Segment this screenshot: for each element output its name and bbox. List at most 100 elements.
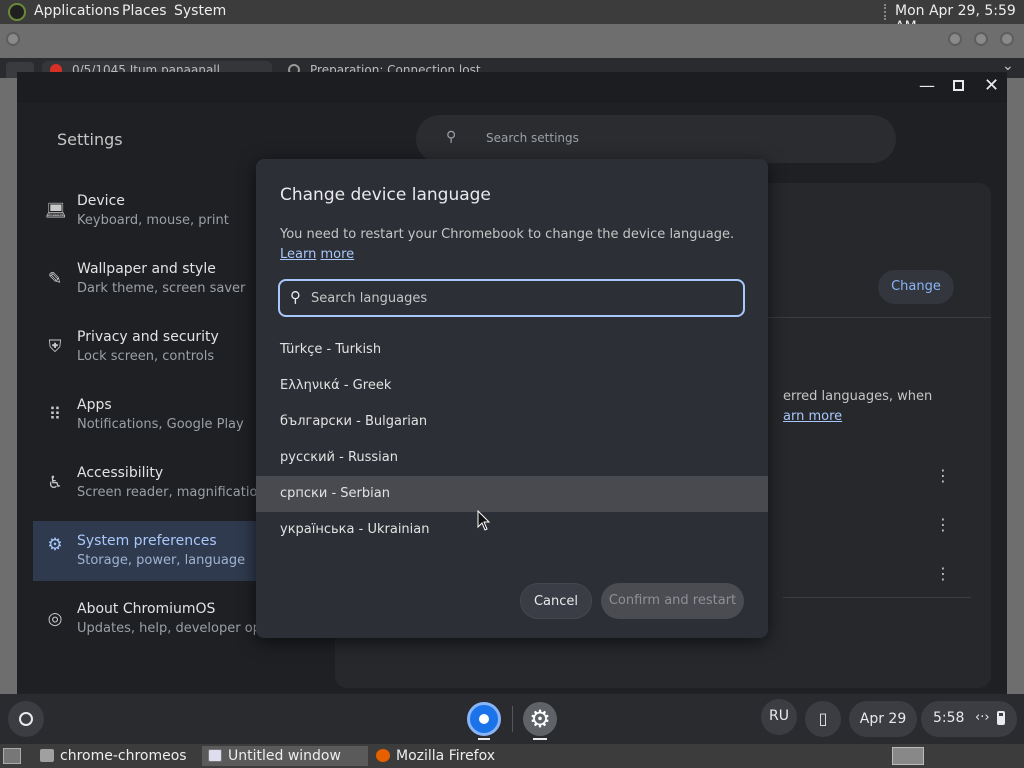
nav-label: Wallpaper and style (77, 261, 216, 277)
language-label: Ελληνικά - Greek (280, 378, 392, 393)
shield-icon: ⛨ (48, 337, 62, 357)
nav-label: System preferences (77, 533, 217, 549)
search-icon: ⚲ (446, 129, 457, 145)
learn-more-link-2[interactable]: more (320, 247, 354, 262)
phone-hub-icon[interactable]: ▯ (805, 701, 841, 737)
search-icon: ⚲ (290, 288, 301, 306)
learn-more-link[interactable]: arn more (783, 409, 842, 424)
nav-sub: Keyboard, mouse, print (77, 213, 229, 228)
more-vert-icon[interactable]: ⋮ (935, 564, 951, 583)
window-menu-icon[interactable] (6, 32, 20, 46)
language-option[interactable]: українська - Ukrainian (256, 512, 768, 548)
nav-sub: Screen reader, magnification (77, 485, 266, 500)
language-option[interactable]: български - Bulgarian (256, 404, 768, 440)
window-close-icon[interactable]: ✕ (984, 75, 999, 96)
firefox-icon (376, 749, 390, 762)
language-label: српски - Serbian (280, 486, 390, 501)
language-option[interactable]: Türkçe - Turkish (256, 332, 768, 368)
nav-wallpaper[interactable]: ✎ Wallpaper and style Dark theme, screen… (45, 255, 285, 315)
dialog-title: Change device language (280, 185, 491, 205)
cancel-button[interactable]: Cancel (520, 583, 592, 619)
language-option-hovered[interactable]: српски - Serbian (256, 476, 768, 512)
nav-apps[interactable]: ⠿ Apps Notifications, Google Play (45, 391, 285, 451)
chromeos-shelf: ⚙ RU ▯ Apr 29 5:58 ‹·› (0, 694, 1024, 744)
language-search-field[interactable]: ⚲ (278, 279, 745, 317)
taskbar-label: chrome-chromeos (60, 748, 187, 764)
settings-search-placeholder: Search settings (486, 131, 579, 145)
laptop-icon: 💻︎ (45, 201, 67, 221)
taskbar-label: Mozilla Firefox (396, 748, 496, 764)
mouse-cursor-icon (477, 510, 491, 531)
shelf-divider (512, 706, 513, 732)
nav-sub: Storage, power, language (77, 553, 246, 568)
paintbrush-icon: ✎ (47, 269, 63, 289)
more-vert-icon[interactable]: ⋮ (935, 515, 951, 534)
nav-privacy[interactable]: ⛨ Privacy and security Lock screen, cont… (45, 323, 285, 383)
language-search-input[interactable] (311, 289, 731, 307)
nav-sub: Notifications, Google Play (77, 417, 244, 432)
menu-places[interactable]: Places (122, 3, 167, 19)
nav-sub: Dark theme, screen saver (77, 281, 246, 296)
folder-icon (40, 749, 54, 762)
pref-languages-text: erred languages, when (783, 389, 933, 404)
nav-label: Privacy and security (77, 329, 219, 345)
nav-system-preferences[interactable]: ⚙ System preferences Storage, power, lan… (33, 521, 285, 581)
close-icon[interactable] (1000, 32, 1014, 46)
chrome-app-icon[interactable] (467, 702, 501, 736)
window-maximize-icon[interactable] (953, 80, 964, 91)
show-desktop-icon[interactable] (3, 748, 21, 764)
settings-app-icon[interactable]: ⚙ (523, 702, 557, 736)
nav-accessibility[interactable]: ♿︎ Accessibility Screen reader, magnific… (45, 459, 285, 519)
workspace-switcher-icon[interactable] (892, 747, 924, 765)
window-minimize-icon[interactable]: — (919, 76, 935, 95)
nav-sub: Lock screen, controls (77, 349, 215, 364)
nav-device[interactable]: 💻︎ Device Keyboard, mouse, print (45, 187, 285, 247)
maximize-icon[interactable] (974, 32, 988, 46)
nav-label: Apps (77, 397, 112, 413)
language-label: Türkçe - Turkish (280, 342, 382, 357)
nav-label: Device (77, 193, 125, 209)
accessibility-icon: ♿︎ (47, 473, 63, 493)
more-vert-icon[interactable]: ⋮ (935, 466, 951, 485)
chrome-center-icon (476, 711, 492, 727)
window-titlebar: — ✕ (17, 72, 1007, 103)
settings-search-bar[interactable]: ⚲ Search settings (416, 115, 896, 163)
change-button[interactable]: Change (878, 270, 954, 304)
taskbar-item-chrome-chromeos[interactable]: chrome-chromeos (34, 746, 198, 766)
language-label: русский - Russian (280, 450, 398, 465)
change-language-dialog: Change device language You need to resta… (256, 159, 768, 638)
divider (783, 597, 971, 598)
menu-applications[interactable]: Applications (34, 3, 120, 19)
settings-title: Settings (57, 130, 123, 149)
language-label: українська - Ukrainian (280, 522, 430, 537)
ime-indicator[interactable]: RU (761, 699, 797, 735)
gear-icon: ⚙ (47, 535, 63, 555)
language-label: български - Bulgarian (280, 414, 428, 429)
app-running-indicator (533, 738, 547, 740)
taskbar-label: Untitled window (228, 748, 341, 764)
language-option[interactable]: Ελληνικά - Greek (256, 368, 768, 404)
confirm-restart-button[interactable]: Confirm and restart (601, 583, 744, 619)
distro-logo-icon[interactable] (8, 3, 26, 21)
minimize-icon[interactable] (948, 32, 962, 46)
menu-system[interactable]: System (174, 3, 226, 19)
dialog-description-text: You need to restart your Chromebook to c… (280, 227, 735, 242)
learn-more-link-1[interactable]: Learn (280, 247, 316, 262)
launcher-icon (19, 712, 33, 726)
network-icon: ‹·› (975, 710, 990, 725)
date-tray[interactable]: Apr 29 (849, 701, 917, 737)
nav-label: About ChromiumOS (77, 601, 216, 617)
dialog-description: You need to restart your Chromebook to c… (280, 225, 740, 265)
taskbar-item-untitled-window[interactable]: Untitled window (202, 746, 368, 766)
status-time: 5:58 (933, 710, 965, 726)
apps-grid-icon: ⠿ (48, 405, 62, 425)
language-option[interactable]: русский - Russian (256, 440, 768, 476)
window-icon (208, 749, 222, 762)
status-tray[interactable]: 5:58 ‹·› (921, 701, 1017, 737)
taskbar-item-firefox[interactable]: Mozilla Firefox (370, 746, 540, 766)
launcher-button[interactable] (8, 701, 44, 737)
top-panel: Applications Places System Mon Apr 29, 5… (0, 0, 1024, 35)
panel-separator (884, 4, 886, 20)
bottom-taskbar: chrome-chromeos Untitled window Mozilla … (0, 744, 1024, 768)
app-running-indicator (478, 738, 490, 740)
